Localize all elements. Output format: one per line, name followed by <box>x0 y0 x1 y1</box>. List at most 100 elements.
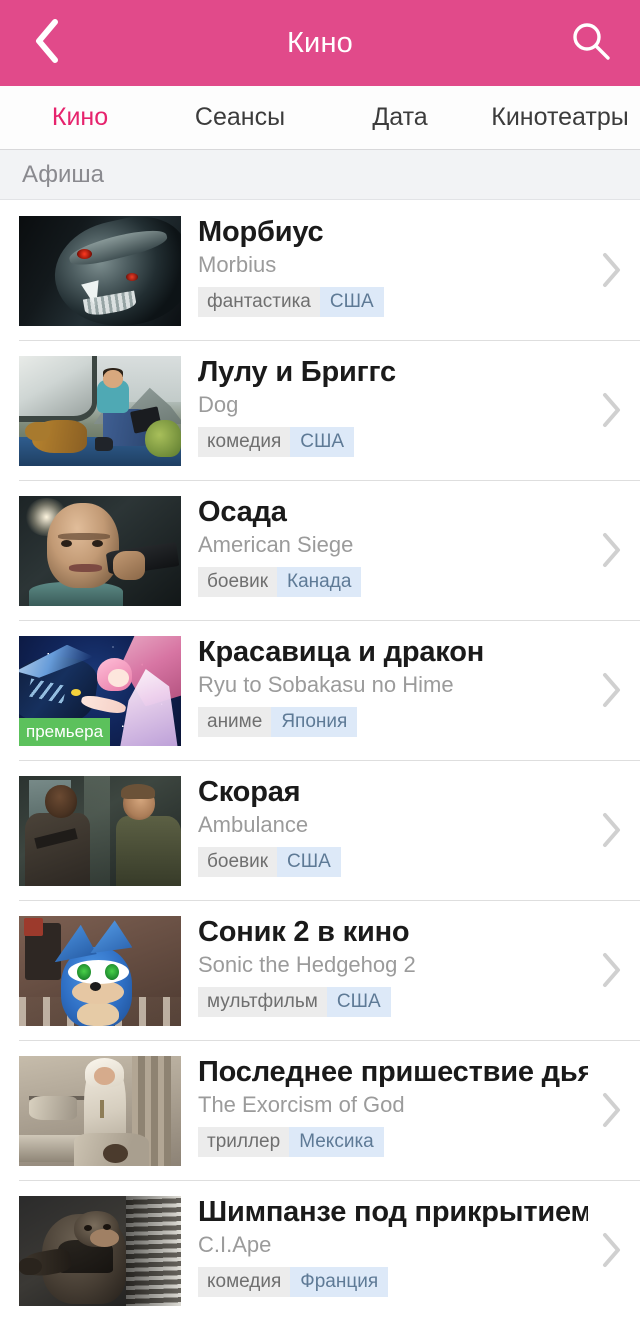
poster-art-part <box>25 422 50 441</box>
chevron-right-icon <box>598 530 624 570</box>
movie-info: Шимпанзе под прикрытием C.I.Ape комедия … <box>181 1196 640 1297</box>
movie-original-title: Ryu to Sobakasu no Hime <box>198 672 454 698</box>
country-tag: США <box>326 986 391 1017</box>
genre-tag: комедия <box>198 426 291 457</box>
movie-poster[interactable] <box>19 916 181 1026</box>
poster-art-part <box>69 564 102 572</box>
poster-art-part <box>90 1229 120 1247</box>
poster-artwork <box>19 496 181 606</box>
poster-image <box>19 356 181 466</box>
country-tag: Мексика <box>289 1126 384 1157</box>
poster-artwork <box>19 776 181 886</box>
movie-original-title: American Siege <box>198 532 354 558</box>
poster-art-part <box>70 688 81 696</box>
movie-poster[interactable] <box>19 1196 181 1306</box>
movie-tags: триллер Мексика <box>198 1126 384 1157</box>
movie-info: Скорая Ambulance боевик США <box>181 776 640 877</box>
premiere-badge: премьера <box>19 718 111 746</box>
movie-poster[interactable] <box>19 496 181 606</box>
poster-art-part <box>57 533 110 540</box>
movie-title: Шимпанзе под прикрытием <box>198 1196 588 1228</box>
poster-art-part <box>121 783 156 800</box>
poster-art-part <box>103 1223 112 1230</box>
country-tag: Япония <box>271 706 358 737</box>
country-tag: США <box>319 286 384 317</box>
poster-image <box>19 1196 181 1306</box>
poster-art-part <box>25 813 91 886</box>
genre-tag: боевик <box>198 846 278 877</box>
poster-art-part <box>112 551 146 580</box>
genre-tag: триллер <box>198 1126 290 1157</box>
chevron-right-icon <box>598 810 624 850</box>
poster-art-part <box>100 1100 104 1118</box>
movie-title: Лулу и Бриггс <box>198 356 396 388</box>
poster-art-part <box>91 540 103 547</box>
movie-tags: комедия США <box>198 426 355 457</box>
chevron-right-icon <box>598 670 624 710</box>
genre-tag: комедия <box>198 1266 291 1297</box>
poster-image <box>19 916 181 1026</box>
movie-list-item-4[interactable]: премьера Красавица и дракон Ryu to Sobak… <box>0 620 640 760</box>
chevron-right-icon <box>598 1090 624 1130</box>
poster-image <box>19 216 181 326</box>
tab-kinoteatry[interactable]: Кинотеатры <box>480 103 640 132</box>
tab-data[interactable]: Дата <box>320 103 480 132</box>
poster-art-part <box>46 502 120 589</box>
movie-list-item-2[interactable]: Лулу и Бриггс Dog комедия США <box>0 340 640 480</box>
poster-art-part <box>19 1257 42 1276</box>
back-button[interactable] <box>12 0 82 86</box>
genre-tag: боевик <box>198 566 278 597</box>
tab-kino[interactable]: Кино <box>0 103 160 132</box>
search-icon <box>570 20 612 67</box>
poster-art-part <box>145 419 181 458</box>
movie-tags: мультфильм США <box>198 986 391 1017</box>
chevron-right-icon <box>598 390 624 430</box>
movie-original-title: Ambulance <box>198 812 309 838</box>
movie-poster[interactable]: премьера <box>19 636 181 746</box>
movie-poster[interactable] <box>19 216 181 326</box>
country-tag: США <box>290 426 355 457</box>
movie-original-title: Morbius <box>198 252 277 278</box>
movie-tags: боевик США <box>198 846 341 877</box>
search-button[interactable] <box>556 0 626 86</box>
poster-image <box>19 496 181 606</box>
genre-tag: фантастика <box>198 286 320 317</box>
poster-artwork <box>19 216 181 326</box>
tab-bar: Кино Сеансы Дата Кинотеатры <box>0 86 640 150</box>
app-header: Кино <box>0 0 640 86</box>
movie-info: Осада American Siege боевик Канада <box>181 496 640 597</box>
movie-title: Морбиус <box>198 216 324 248</box>
movie-original-title: Sonic the Hedgehog 2 <box>198 952 416 978</box>
tab-seansy[interactable]: Сеансы <box>160 103 320 132</box>
movie-info: Красавица и дракон Ryu to Sobakasu no Hi… <box>181 636 640 737</box>
movie-list-item-8[interactable]: Шимпанзе под прикрытием C.I.Ape комедия … <box>0 1180 640 1320</box>
poster-art-part <box>125 1196 181 1306</box>
movie-poster[interactable] <box>19 1056 181 1166</box>
section-header-label: Афиша <box>22 160 105 188</box>
poster-art-part <box>103 1144 128 1163</box>
movie-info: Лулу и Бриггс Dog комедия США <box>181 356 640 457</box>
poster-artwork <box>19 356 181 466</box>
movie-tags: боевик Канада <box>198 566 362 597</box>
poster-image <box>19 776 181 886</box>
movie-list-item-3[interactable]: Осада American Siege боевик Канада <box>0 480 640 620</box>
poster-art-part <box>83 1224 92 1231</box>
movie-list-item-5[interactable]: Скорая Ambulance боевик США <box>0 760 640 900</box>
chevron-right-icon <box>598 250 624 290</box>
genre-tag: аниме <box>198 706 272 737</box>
genre-tag: мультфильм <box>198 986 327 1017</box>
movie-list-item-7[interactable]: Последнее пришествие дья… The Exorcism o… <box>0 1040 640 1180</box>
poster-art-part <box>28 1095 78 1120</box>
movie-poster[interactable] <box>19 356 181 466</box>
movie-tags: комедия Франция <box>198 1266 389 1297</box>
movie-list-item-1[interactable]: Морбиус Morbius фантастика США <box>0 200 640 340</box>
poster-art-part <box>77 1001 120 1026</box>
movie-poster[interactable] <box>19 776 181 886</box>
movie-list-item-6[interactable]: Соник 2 в кино Sonic the Hedgehog 2 муль… <box>0 900 640 1040</box>
movie-info: Соник 2 в кино Sonic the Hedgehog 2 муль… <box>181 916 640 1017</box>
country-tag: Канада <box>277 566 362 597</box>
chevron-right-icon <box>598 1230 624 1270</box>
poster-art-part <box>93 1067 115 1085</box>
poster-artwork <box>19 1196 181 1306</box>
country-tag: США <box>277 846 341 877</box>
